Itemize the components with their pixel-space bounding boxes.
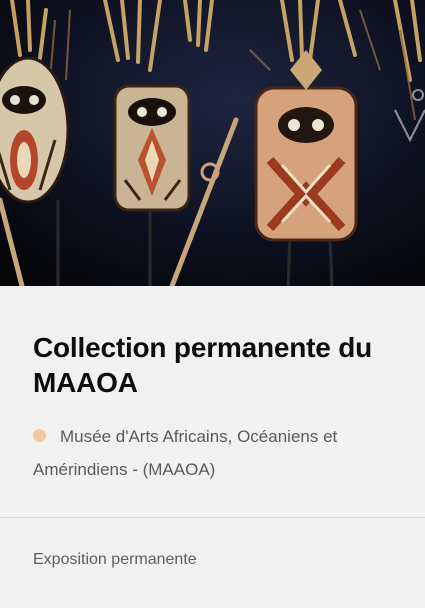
exhibition-type-label: Exposition permanente xyxy=(33,551,197,568)
venue-line: Musée d'Arts Africains, Océaniens et Amé… xyxy=(33,420,403,486)
exhibition-image[interactable] xyxy=(0,0,425,286)
exhibition-card[interactable]: Collection permanente du MAAOA Musée d'A… xyxy=(0,0,425,608)
divider xyxy=(0,517,425,518)
card-body: Collection permanente du MAAOA Musée d'A… xyxy=(0,286,425,608)
venue-dot-icon xyxy=(33,429,46,442)
venue-name[interactable]: Musée d'Arts Africains, Océaniens et Amé… xyxy=(33,427,337,479)
exhibition-title[interactable]: Collection permanente du MAAOA xyxy=(33,330,403,400)
